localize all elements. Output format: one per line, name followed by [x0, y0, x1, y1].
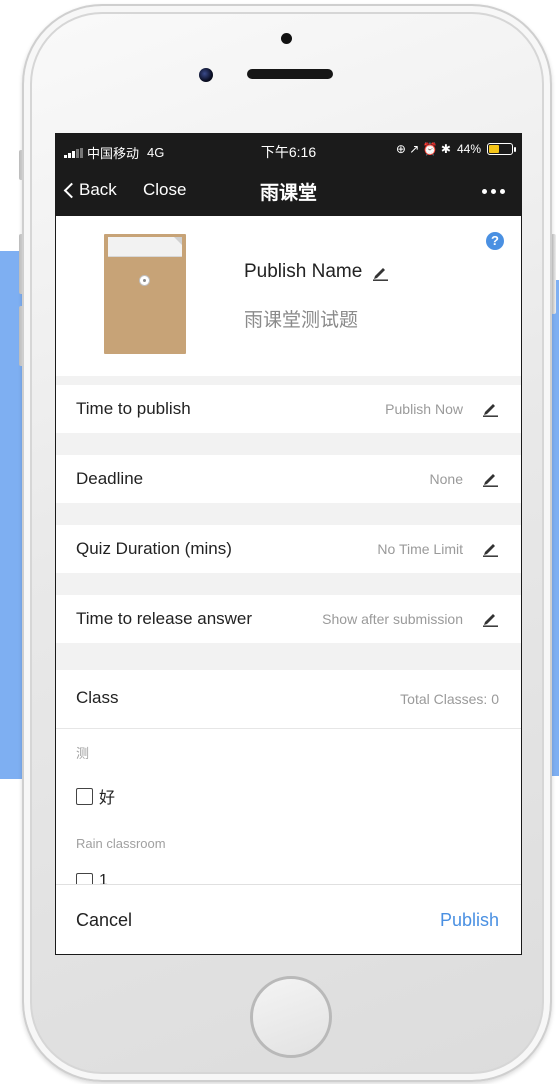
envelope-icon — [104, 234, 186, 354]
page-title: 雨课堂 — [259, 183, 317, 204]
quiz-header: ? Publish Name 雨课堂测试题 — [56, 216, 521, 376]
battery-icon — [487, 143, 516, 155]
row-value: None — [429, 471, 463, 487]
navigation-bar: Back Close 雨课堂 — [56, 166, 521, 216]
row-value: No Time Limit — [377, 541, 463, 557]
class-name: 好 — [99, 790, 116, 807]
row-value: Publish Now — [385, 401, 463, 417]
checkbox[interactable] — [76, 872, 93, 884]
class-row: Class Total Classes: 0 — [56, 670, 521, 728]
row-label: Time to release answer — [76, 609, 253, 628]
row-value: Show after submission — [322, 611, 463, 627]
row-label: Class — [76, 688, 119, 707]
class-count: Total Classes: 0 — [400, 691, 499, 707]
help-icon[interactable]: ? — [486, 232, 504, 250]
checkbox[interactable] — [76, 787, 93, 805]
back-label: Back — [79, 180, 117, 199]
more-options-icon[interactable] — [482, 189, 505, 194]
close-button[interactable]: Close — [143, 180, 186, 200]
pencil-icon[interactable] — [482, 540, 499, 557]
class-list: 测 好 Rain classroom 1 — [56, 728, 521, 884]
home-button[interactable] — [250, 976, 332, 1058]
chevron-left-icon — [63, 182, 80, 199]
front-camera — [199, 68, 213, 82]
publish-name-edit[interactable]: Publish Name — [244, 261, 389, 283]
battery-percentage: 44% — [456, 142, 481, 156]
time-to-publish-row[interactable]: Time to publish Publish Now — [56, 385, 521, 433]
quiz-duration-row[interactable]: Quiz Duration (mins) No Time Limit — [56, 525, 521, 573]
status-icons: ⊕ ↗ ⏰ ✱ — [395, 142, 451, 156]
row-label: Time to publish — [76, 399, 191, 418]
pencil-icon — [373, 267, 389, 281]
publish-button[interactable]: Publish — [440, 910, 499, 931]
pencil-icon[interactable] — [482, 610, 499, 627]
deadline-row[interactable]: Deadline None — [56, 455, 521, 503]
status-indicators: ⊕ ↗ ⏰ ✱ 44% — [395, 142, 516, 156]
background-panel-right — [551, 280, 559, 776]
row-label: Deadline — [76, 469, 144, 488]
footer-bar: Cancel Publish — [56, 884, 521, 954]
proximity-sensor — [281, 33, 292, 44]
row-label: Quiz Duration (mins) — [76, 539, 232, 558]
back-button[interactable]: Back — [63, 180, 117, 200]
class-group-title: 测 — [76, 746, 90, 761]
class-checkbox-item[interactable]: 1 — [76, 872, 108, 884]
pencil-icon[interactable] — [482, 400, 499, 417]
phone-screen: 中国移动 4G 下午6:16 ⊕ ↗ ⏰ ✱ 44% Back Close 雨课… — [55, 133, 522, 955]
class-group-title: Rain classroom — [76, 836, 166, 851]
release-answer-row[interactable]: Time to release answer Show after submis… — [56, 595, 521, 643]
battery-level — [489, 145, 499, 153]
earpiece-speaker — [247, 69, 333, 79]
quiz-title: 雨课堂测试题 — [244, 310, 359, 331]
publish-name-label: Publish Name — [244, 261, 363, 282]
class-checkbox-item[interactable]: 好 — [76, 784, 115, 808]
cancel-button[interactable]: Cancel — [76, 910, 132, 931]
pencil-icon[interactable] — [482, 470, 499, 487]
class-name: 1 — [99, 872, 108, 884]
status-bar: 中国移动 4G 下午6:16 ⊕ ↗ ⏰ ✱ 44% — [56, 134, 521, 166]
